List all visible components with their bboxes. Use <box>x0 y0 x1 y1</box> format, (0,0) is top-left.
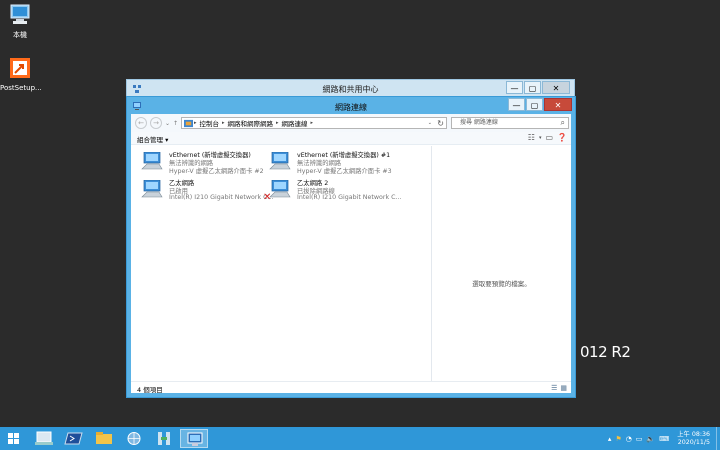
network-adapter-icon <box>269 152 291 170</box>
shortcut-icon <box>10 58 30 78</box>
network-adapter-icon <box>141 180 163 198</box>
notification-up-icon[interactable]: ▴ <box>608 435 612 443</box>
adapter-device: Intel(R) I210 Gigabit Network C... <box>297 194 402 201</box>
breadcrumb-separator: ▸ <box>276 120 279 126</box>
maximize-button[interactable]: ▢ <box>524 81 541 94</box>
hyper-v-icon <box>158 432 170 445</box>
start-button[interactable] <box>0 429 28 448</box>
desktop-icon-this-pc[interactable]: 本機 <box>0 4 40 40</box>
taskbar-hyper-v[interactable] <box>150 429 178 448</box>
minimize-button[interactable]: — <box>506 81 523 94</box>
disconnected-x-icon: ✕ <box>263 192 272 203</box>
breadcrumb-network-internet[interactable]: 網路和網際網路 <box>228 118 274 128</box>
details-view-icon[interactable]: ☰ <box>551 384 557 392</box>
server-manager-icon <box>35 431 53 445</box>
window-client: ← → ⌄ ↑ ▸ 控制台 ▸ 網路和網際網路 ▸ 網路連線 ▸ ⌄ ↻ 搜尋 … <box>131 114 571 394</box>
clock-time: 上午 08:36 <box>677 430 710 438</box>
help-icon[interactable]: ❓ <box>557 133 567 143</box>
list-item-adapter[interactable]: vEthernet (新增虛擬交換器) 無法辨識的網路 Hyper-V 虛擬乙太… <box>135 150 265 176</box>
desktop-icon-postsetup[interactable]: PostSetup... <box>0 58 42 92</box>
back-button[interactable]: ← <box>135 117 147 129</box>
network-icon[interactable]: ▭ <box>636 435 643 443</box>
remote-desktop-icon <box>187 432 203 446</box>
powershell-icon <box>64 432 83 445</box>
keyboard-icon[interactable]: ⌨ <box>659 435 669 443</box>
show-desktop-button[interactable] <box>716 427 720 450</box>
status-bar: 4 個項目 ☰ ▦ <box>131 381 571 394</box>
chevron-down-icon[interactable]: ▾ <box>539 133 542 143</box>
preview-message: 選取要預覽的檔案。 <box>472 280 531 288</box>
power-icon[interactable]: ◔ <box>626 435 632 443</box>
adapter-device: Hyper-V 虛擬乙太網路介面卡 #3 <box>297 168 392 175</box>
adapter-list: vEthernet (新增虛擬交換器) 無法辨識的網路 Hyper-V 虛擬乙太… <box>131 146 431 381</box>
clock[interactable]: 上午 08:36 2020/11/5 <box>677 431 710 447</box>
action-center-icon[interactable]: ⚑ <box>615 435 621 443</box>
windows-start-icon <box>8 433 19 444</box>
network-adapter-icon <box>141 152 163 170</box>
network-center-icon <box>127 432 141 445</box>
file-explorer-icon <box>96 432 112 444</box>
taskbar-network-center[interactable] <box>120 429 148 448</box>
up-button[interactable]: ↑ <box>173 120 178 127</box>
close-button[interactable]: ✕ <box>544 98 572 111</box>
address-bar[interactable]: ▸ 控制台 ▸ 網路和網際網路 ▸ 網路連線 ▸ ⌄ ↻ <box>181 117 447 129</box>
adapter-device: Intel(R) I210 Gigabit Network C... <box>169 194 274 201</box>
search-placeholder: 搜尋 網路連線 <box>460 119 498 126</box>
desktop-icon-label: 本機 <box>13 31 27 39</box>
navigation-bar: ← → ⌄ ↑ ▸ 控制台 ▸ 網路和網際網路 ▸ 網路連線 ▸ ⌄ ↻ 搜尋 … <box>131 114 571 132</box>
taskbar-server-manager[interactable] <box>30 429 58 448</box>
large-icons-view-icon[interactable]: ▦ <box>560 384 567 392</box>
organize-button[interactable]: 組合管理 ▾ <box>137 134 168 144</box>
minimize-button[interactable]: — <box>508 98 525 111</box>
computer-icon <box>10 4 30 24</box>
taskbar: ▴ ⚑ ◔ ▭ 🔈 ⌨ 上午 08:36 2020/11/5 <box>0 427 720 450</box>
os-watermark: 012 R2 <box>580 343 631 361</box>
network-connections-window[interactable]: 網路連線 — ▢ ✕ ← → ⌄ ↑ ▸ 控制台 ▸ 網路和網際網路 ▸ 網路連… <box>126 96 576 398</box>
breadcrumb-separator: ▸ <box>194 120 197 126</box>
control-panel-icon <box>184 119 193 127</box>
preview-pane-icon[interactable]: ▭ <box>545 133 553 143</box>
list-item-adapter[interactable]: 乙太網路 已啟用 Intel(R) I210 Gigabit Network C… <box>135 178 274 204</box>
change-view-icon[interactable]: ☷ <box>528 133 535 143</box>
system-tray: ▴ ⚑ ◔ ▭ 🔈 ⌨ 上午 08:36 2020/11/5 <box>608 427 720 450</box>
breadcrumb-separator: ▸ <box>222 120 225 126</box>
breadcrumb-control-panel[interactable]: 控制台 <box>200 118 220 128</box>
close-button[interactable]: ✕ <box>542 81 570 94</box>
forward-button[interactable]: → <box>150 117 162 129</box>
taskbar-powershell[interactable] <box>60 429 88 448</box>
maximize-button[interactable]: ▢ <box>526 98 543 111</box>
refresh-icon[interactable]: ↻ <box>437 119 444 128</box>
chevron-down-icon[interactable]: ⌄ <box>428 120 432 126</box>
command-bar: 組合管理 ▾ ☷ ▾ ▭ ❓ <box>131 132 571 145</box>
breadcrumb-network-connections[interactable]: 網路連線 <box>282 118 308 128</box>
item-count: 4 個項目 <box>137 386 163 394</box>
breadcrumb-separator: ▸ <box>310 120 314 126</box>
taskbar-file-explorer[interactable] <box>90 429 118 448</box>
preview-pane: 選取要預覽的檔案。 <box>431 146 571 381</box>
desktop-icon-label: PostSetup... <box>0 84 42 92</box>
clock-date: 2020/11/5 <box>677 438 710 446</box>
search-input[interactable]: 搜尋 網路連線 ⌕ <box>451 117 569 129</box>
list-item-adapter[interactable]: ✕ 乙太網路 2 已拔除網路線 Intel(R) I210 Gigabit Ne… <box>263 178 402 204</box>
volume-icon[interactable]: 🔈 <box>646 435 655 443</box>
list-item-adapter[interactable]: vEthernet (新增虛擬交換器) #1 無法辨識的網路 Hyper-V 虛… <box>263 150 393 176</box>
recent-locations-button[interactable]: ⌄ <box>165 120 170 127</box>
taskbar-network-connections[interactable] <box>180 429 208 448</box>
adapter-device: Hyper-V 虛擬乙太網路介面卡 #2 <box>169 168 264 175</box>
network-adapter-icon <box>269 180 291 198</box>
search-icon[interactable]: ⌕ <box>561 118 565 128</box>
